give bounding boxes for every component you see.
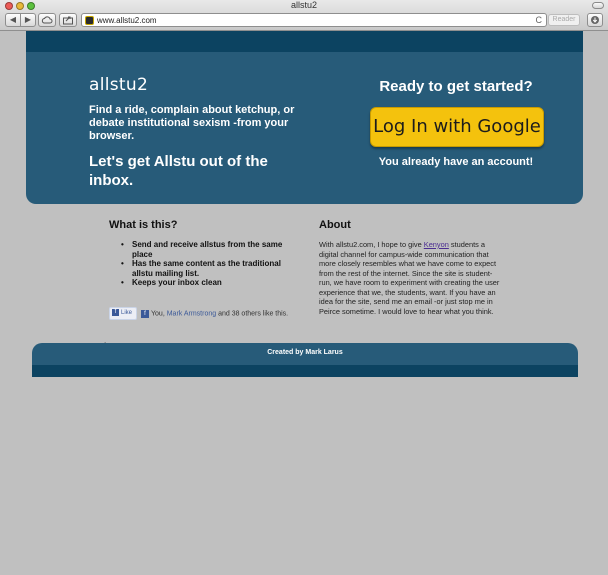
window-title: allstu2	[290, 0, 317, 10]
forward-arrow-icon: ▶	[24, 15, 32, 24]
browser-toolbar: allstu2 ◀ ▶ www.allstu2.com C Reader	[0, 0, 608, 31]
feature-item: Keeps your inbox clean	[120, 278, 300, 288]
about-text-rest: students a digital channel for campus-wi…	[319, 240, 500, 316]
existing-account-link[interactable]: You already have an account!	[356, 156, 556, 168]
share-button[interactable]	[59, 13, 77, 27]
zoom-window-button[interactable]	[27, 2, 35, 10]
url-text[interactable]: www.allstu2.com	[97, 15, 157, 26]
forward-button[interactable]: ▶	[20, 13, 36, 27]
feature-list: Send and receive allstus from the same p…	[120, 240, 300, 288]
icloud-tabs-button[interactable]	[38, 13, 56, 27]
share-icon	[63, 16, 73, 25]
facebook-icon: f	[112, 308, 119, 316]
back-arrow-icon: ◀	[9, 15, 17, 24]
hero-banner: allstu2 Find a ride, complain about ketc…	[26, 31, 583, 204]
about-heading: About	[319, 219, 351, 231]
web-page: allstu2 Find a ride, complain about ketc…	[0, 31, 608, 575]
about-text-start: With allstu2.com, I hope to give	[319, 240, 424, 249]
like-prefix: You,	[151, 310, 165, 318]
reader-button[interactable]: Reader	[548, 14, 580, 26]
like-label: Like	[121, 310, 133, 316]
address-bar[interactable]: www.allstu2.com C	[81, 13, 547, 27]
cta-heading: Let's get Allstu out of the inbox.	[89, 153, 268, 189]
close-window-button[interactable]	[5, 2, 13, 10]
tagline: Find a ride, complain about ketchup, or …	[89, 104, 295, 142]
site-logo: allstu2	[89, 75, 149, 95]
about-paragraph: With allstu2.com, I hope to give Kenyon …	[319, 240, 501, 316]
site-favicon-icon	[85, 16, 94, 25]
minimize-window-button[interactable]	[16, 2, 24, 10]
facebook-icon: f	[141, 309, 149, 318]
what-is-this-heading: What is this?	[109, 219, 178, 231]
feature-item: Send and receive allstus from the same p…	[120, 240, 300, 259]
facebook-like-button[interactable]: f Like	[109, 307, 137, 320]
friend-name-link[interactable]: Mark Armstrong	[167, 310, 216, 317]
kenyon-link[interactable]: Kenyon	[424, 240, 449, 249]
downloads-button[interactable]	[587, 13, 603, 27]
cloud-icon	[41, 16, 53, 24]
toolbar-toggle-button[interactable]	[592, 2, 604, 9]
page-footer: Created by Mark Larus	[32, 343, 578, 377]
back-button[interactable]: ◀	[5, 13, 21, 27]
footer-bottom-strip	[32, 365, 578, 377]
ready-heading: Ready to get started?	[379, 78, 533, 95]
hero-top-strip	[26, 31, 583, 52]
reload-icon[interactable]: C	[536, 14, 543, 26]
google-login-button[interactable]: Log In with Google	[370, 107, 544, 147]
like-suffix: and 38 others like this.	[218, 310, 289, 318]
download-icon	[591, 16, 599, 24]
facebook-like-widget: f Like f You, Mark Armstrong and 38 others …	[109, 307, 288, 321]
footer-credit: Created by Mark Larus	[267, 349, 343, 356]
feature-item: Has the same content as the traditional …	[120, 259, 300, 278]
